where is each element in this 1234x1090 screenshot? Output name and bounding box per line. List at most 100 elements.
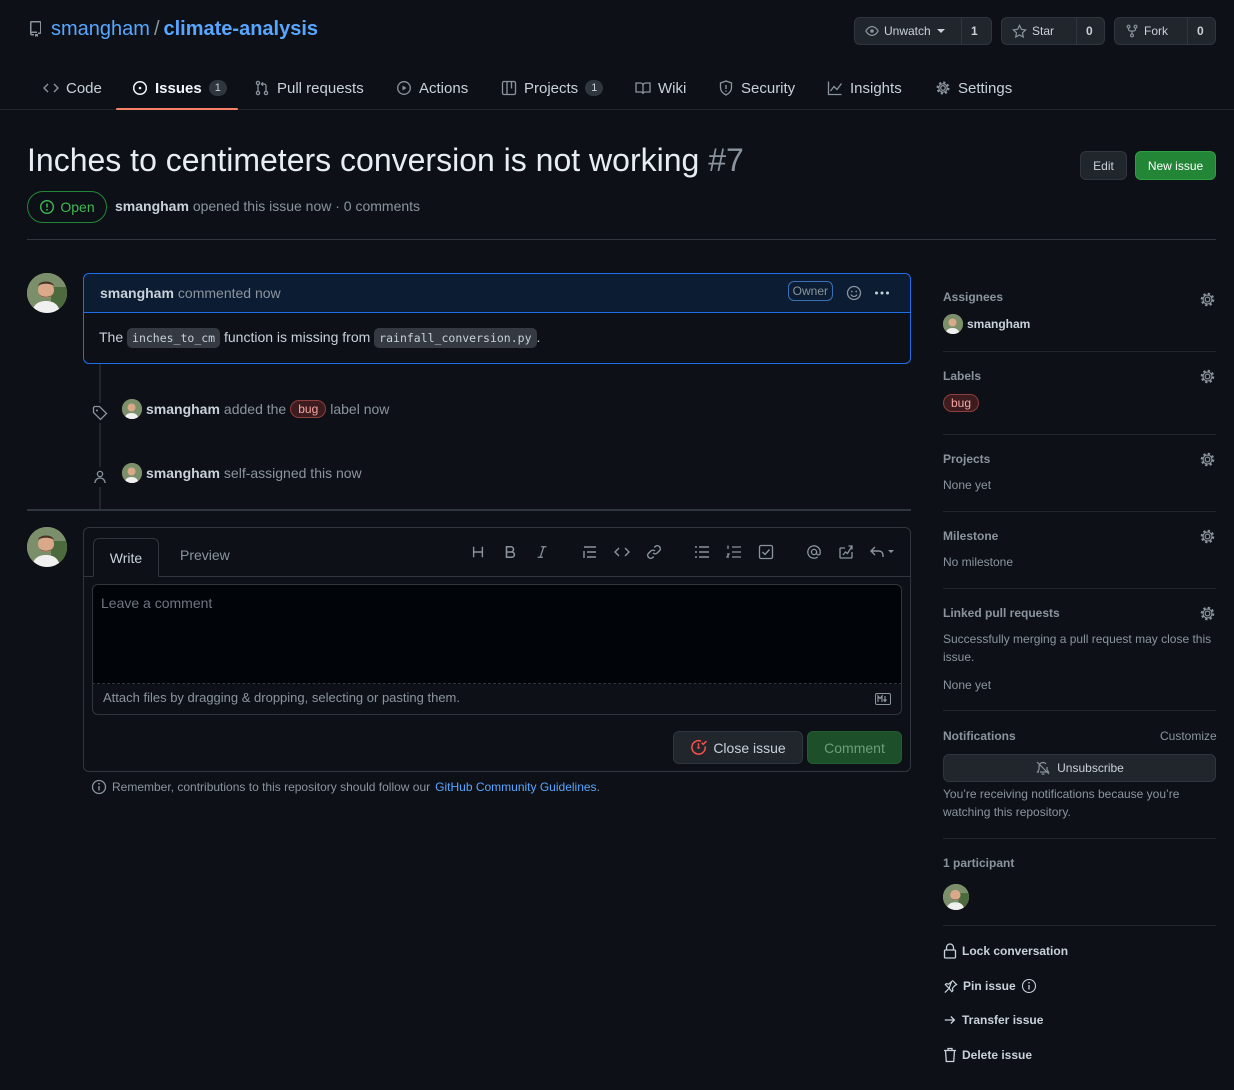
- tag-icon: [90, 403, 110, 423]
- markdown-icon[interactable]: [875, 693, 891, 705]
- fork-count: 0: [1187, 18, 1213, 44]
- tab-write[interactable]: Write: [93, 538, 159, 577]
- assignee-item[interactable]: smangham: [943, 314, 1030, 334]
- tab-insights[interactable]: Insights: [827, 66, 902, 110]
- smiley-icon[interactable]: [846, 285, 862, 301]
- gear-icon[interactable]: [1199, 291, 1216, 308]
- lock-conversation-link[interactable]: Lock conversation: [943, 943, 1068, 959]
- comment-textarea[interactable]: Leave a comment: [92, 584, 902, 684]
- timeline-end-divider: [27, 509, 911, 511]
- attach-files-area[interactable]: Attach files by dragging & dropping, sel…: [92, 684, 902, 715]
- star-button[interactable]: Star 0: [1001, 17, 1105, 45]
- gear-icon[interactable]: [1199, 605, 1216, 622]
- link-icon[interactable]: [644, 542, 664, 562]
- sidebar-divider: [943, 511, 1216, 512]
- linked-pull-requests-value: None yet: [943, 678, 992, 692]
- milestone-title[interactable]: Milestone: [943, 529, 998, 543]
- community-guidelines-link[interactable]: GitHub Community Guidelines: [435, 780, 596, 794]
- avatar[interactable]: [122, 399, 142, 419]
- inline-code: inches_to_cm: [127, 328, 221, 348]
- unsubscribe-button[interactable]: Unsubscribe: [943, 754, 1216, 782]
- code-icon[interactable]: [612, 542, 632, 562]
- event-author-link[interactable]: smangham: [146, 401, 220, 417]
- ordered-list-icon[interactable]: [724, 542, 744, 562]
- comment-text: .: [536, 329, 541, 345]
- delete-label: Delete issue: [962, 1048, 1033, 1062]
- projects-title[interactable]: Projects: [943, 452, 990, 466]
- remember-suffix: .: [596, 780, 600, 794]
- tab-label: Pull requests: [277, 79, 364, 97]
- watch-count: 1: [961, 18, 987, 44]
- event-author-link[interactable]: smangham: [146, 465, 220, 481]
- labels-title[interactable]: Labels: [943, 369, 981, 383]
- heading-icon[interactable]: [468, 542, 488, 562]
- avatar[interactable]: [27, 527, 67, 567]
- assignees-title[interactable]: Assignees: [943, 290, 1003, 304]
- comment-time[interactable]: commented now: [178, 285, 281, 301]
- cross-reference-icon[interactable]: [836, 542, 856, 562]
- projects-count-badge: 1: [585, 80, 604, 96]
- linked-pull-requests-title[interactable]: Linked pull requests: [943, 606, 1060, 620]
- comment-button[interactable]: Comment: [807, 731, 902, 764]
- comment-header: smangham commented now Owner: [84, 274, 910, 313]
- italic-icon[interactable]: [532, 542, 552, 562]
- watch-button[interactable]: Unwatch 1: [854, 17, 992, 45]
- quote-icon[interactable]: [580, 542, 600, 562]
- bell-slash-icon: [1035, 760, 1051, 776]
- linked-pull-requests-desc: Successfully merging a pull request may …: [943, 632, 1212, 664]
- repo-owner-link[interactable]: smangham: [51, 18, 150, 41]
- repo-icon: [27, 21, 43, 37]
- bug-label[interactable]: bug: [290, 400, 327, 418]
- delete-issue-link[interactable]: Delete issue: [943, 1047, 1032, 1063]
- bug-label[interactable]: bug: [943, 394, 980, 412]
- mention-icon[interactable]: [804, 542, 824, 562]
- sidebar-divider: [943, 710, 1216, 711]
- unsubscribe-label: Unsubscribe: [1057, 761, 1124, 775]
- tab-settings[interactable]: Settings: [935, 66, 1012, 110]
- avatar[interactable]: [122, 463, 142, 483]
- sidebar-divider: [943, 434, 1216, 435]
- issue-open-icon: [39, 199, 55, 215]
- issue-meta: smangham opened this issue now · 0 comme…: [115, 198, 420, 214]
- event-text: self-assigned this now: [223, 465, 362, 481]
- gear-icon[interactable]: [1199, 368, 1216, 385]
- issue-icon: [132, 80, 148, 96]
- fork-button[interactable]: Fork 0: [1114, 17, 1216, 45]
- edit-button[interactable]: Edit: [1080, 151, 1127, 180]
- task-list-icon[interactable]: [756, 542, 776, 562]
- reply-icon[interactable]: [868, 542, 898, 562]
- fork-icon: [1125, 24, 1139, 38]
- info-icon[interactable]: [1021, 978, 1037, 994]
- unordered-list-icon[interactable]: [692, 542, 712, 562]
- tab-pull-requests[interactable]: Pull requests: [254, 66, 364, 110]
- notifications-desc: You’re receiving notifications because y…: [943, 787, 1180, 819]
- kebab-menu-icon[interactable]: [874, 285, 890, 301]
- customize-link[interactable]: Customize: [1160, 729, 1217, 743]
- close-issue-button[interactable]: Close issue: [673, 731, 803, 764]
- tab-security[interactable]: Security: [718, 66, 795, 110]
- avatar[interactable]: [27, 273, 67, 313]
- tab-projects[interactable]: Projects 1: [501, 66, 604, 110]
- comment-author-link[interactable]: smangham: [100, 285, 174, 301]
- tab-label: Actions: [419, 79, 469, 97]
- transfer-issue-link[interactable]: Transfer issue: [943, 1013, 1043, 1027]
- participant-avatar[interactable]: [943, 884, 969, 910]
- new-issue-button[interactable]: New issue: [1135, 151, 1216, 180]
- issue-state-label: Open: [60, 199, 95, 215]
- repo-name-link[interactable]: climate-analysis: [164, 18, 319, 41]
- sidebar-divider: [943, 588, 1216, 589]
- gear-icon[interactable]: [1199, 528, 1216, 545]
- tab-code[interactable]: Code: [43, 66, 102, 110]
- notifications-title: Notifications: [943, 729, 1016, 743]
- tab-wiki[interactable]: Wiki: [635, 66, 686, 110]
- milestone-value: No milestone: [943, 555, 1014, 569]
- info-icon: [91, 779, 107, 795]
- tab-issues[interactable]: Issues 1: [132, 66, 227, 110]
- bold-icon[interactable]: [500, 542, 520, 562]
- tab-preview[interactable]: Preview: [180, 547, 230, 563]
- gear-icon[interactable]: [1199, 451, 1216, 468]
- table-icon: [501, 80, 517, 96]
- tab-actions[interactable]: Actions: [396, 66, 468, 110]
- pin-issue-link[interactable]: Pin issue: [943, 978, 1037, 994]
- issue-author-link[interactable]: smangham: [115, 198, 189, 214]
